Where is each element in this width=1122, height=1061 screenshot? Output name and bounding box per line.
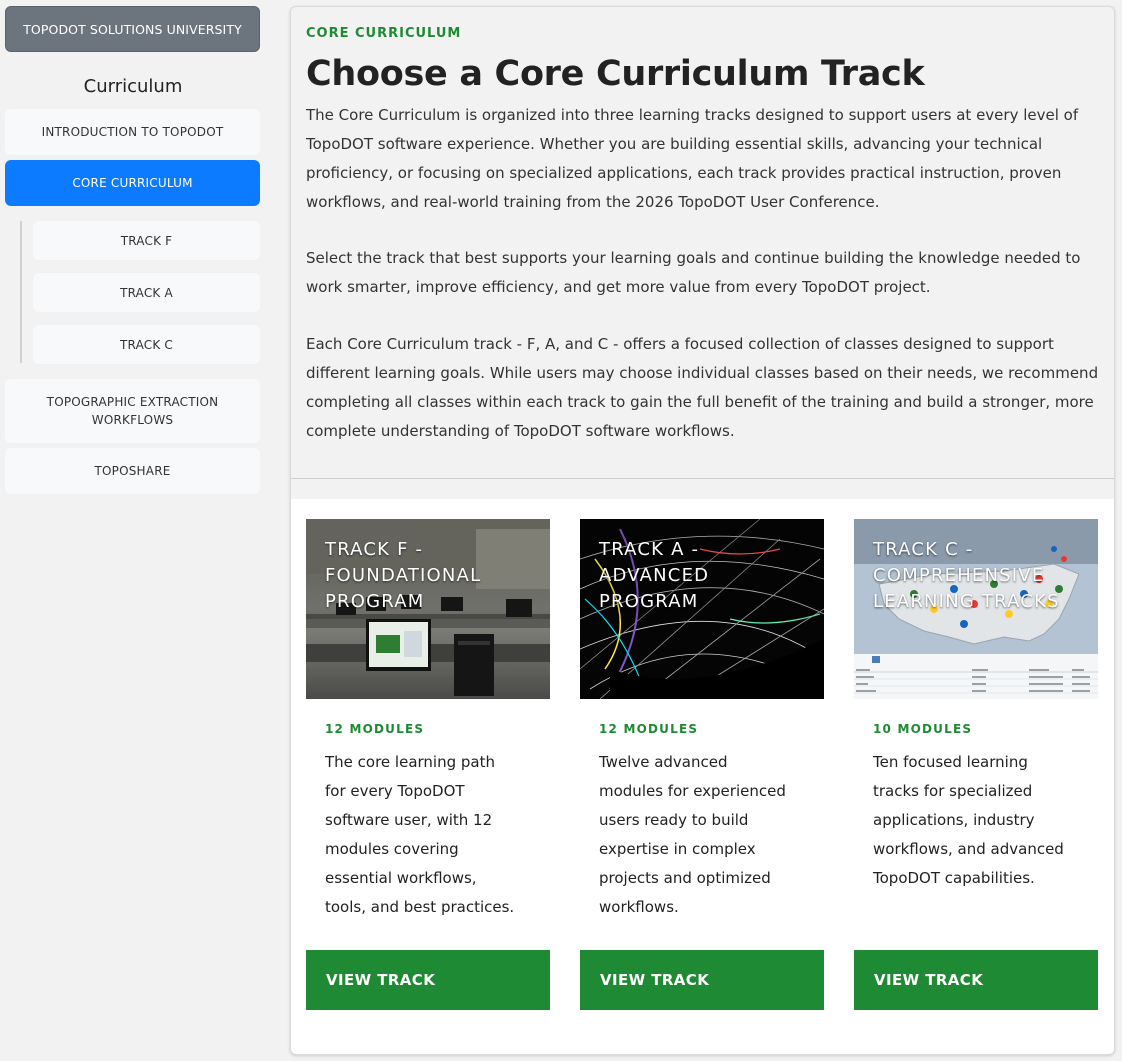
track-a-module-count: 12 MODULES [599,722,699,736]
sidebar: TOPODOT SOLUTIONS UNIVERSITY Curriculum … [0,0,266,1061]
intro-paragraph-3: Each Core Curriculum track - F, A, and C… [306,335,1099,440]
section-eyebrow: CORE CURRICULUM [306,26,462,41]
track-card-c: TRACK C - COMPREHENSIVE LEARNING TRACKS … [854,519,1098,1010]
sidebar-item-track-c[interactable]: TRACK C [33,325,260,364]
track-card-f: TRACK F - FOUNDATIONAL PROGRAM 12 MODULE… [306,519,550,1010]
track-a-image[interactable]: TRACK A - ADVANCED PROGRAM [580,519,824,699]
track-f-image[interactable]: TRACK F - FOUNDATIONAL PROGRAM [306,519,550,699]
track-a-image-title: TRACK A - ADVANCED PROGRAM [599,539,710,612]
track-c-view-button[interactable]: VIEW TRACK [854,950,1098,1010]
track-f-description: The core learning path for every TopoDOT… [325,753,515,916]
track-c-description: Ten focused learning tracks for speciali… [873,753,1064,887]
sidebar-item-toposhare[interactable]: TOPOSHARE [5,448,260,494]
track-c-image[interactable]: TRACK C - COMPREHENSIVE LEARNING TRACKS [854,519,1098,699]
intro-section: CORE CURRICULUM Choose a Core Curriculum… [291,7,1114,479]
track-a-description: Twelve advanced modules for experienced … [599,753,786,916]
track-card-a: TRACK A - ADVANCED PROGRAM 12 MODULES Tw… [580,519,824,1010]
sidebar-item-track-a[interactable]: TRACK A [33,273,260,312]
subnav-indicator-line [20,221,22,363]
brand-button[interactable]: TOPODOT SOLUTIONS UNIVERSITY [5,6,260,52]
sidebar-item-introduction[interactable]: INTRODUCTION TO TOPODOT [5,109,260,155]
main-panel: CORE CURRICULUM Choose a Core Curriculum… [290,6,1115,1055]
intro-paragraph-1: The Core Curriculum is organized into th… [306,106,1079,211]
section-divider [291,478,1114,479]
sidebar-item-topographic-extraction[interactable]: TOPOGRAPHIC EXTRACTION WORKFLOWS [5,379,260,443]
sidebar-item-core-curriculum[interactable]: CORE CURRICULUM [5,160,260,206]
track-a-view-button[interactable]: VIEW TRACK [580,950,824,1010]
track-c-image-title: TRACK C - COMPREHENSIVE LEARNING TRACKS [873,539,1060,612]
page-title: Choose a Core Curriculum Track [306,54,925,94]
track-c-module-count: 10 MODULES [873,722,973,736]
track-f-module-count: 12 MODULES [325,722,425,736]
track-f-image-title: TRACK F - FOUNDATIONAL PROGRAM [325,539,482,612]
sidebar-item-track-f[interactable]: TRACK F [33,221,260,260]
intro-paragraph-2: Select the track that best supports your… [306,249,1081,296]
sidebar-heading: Curriculum [83,76,183,97]
track-cards-section: TRACK F - FOUNDATIONAL PROGRAM 12 MODULE… [291,499,1114,1054]
track-f-view-button[interactable]: VIEW TRACK [306,950,550,1010]
